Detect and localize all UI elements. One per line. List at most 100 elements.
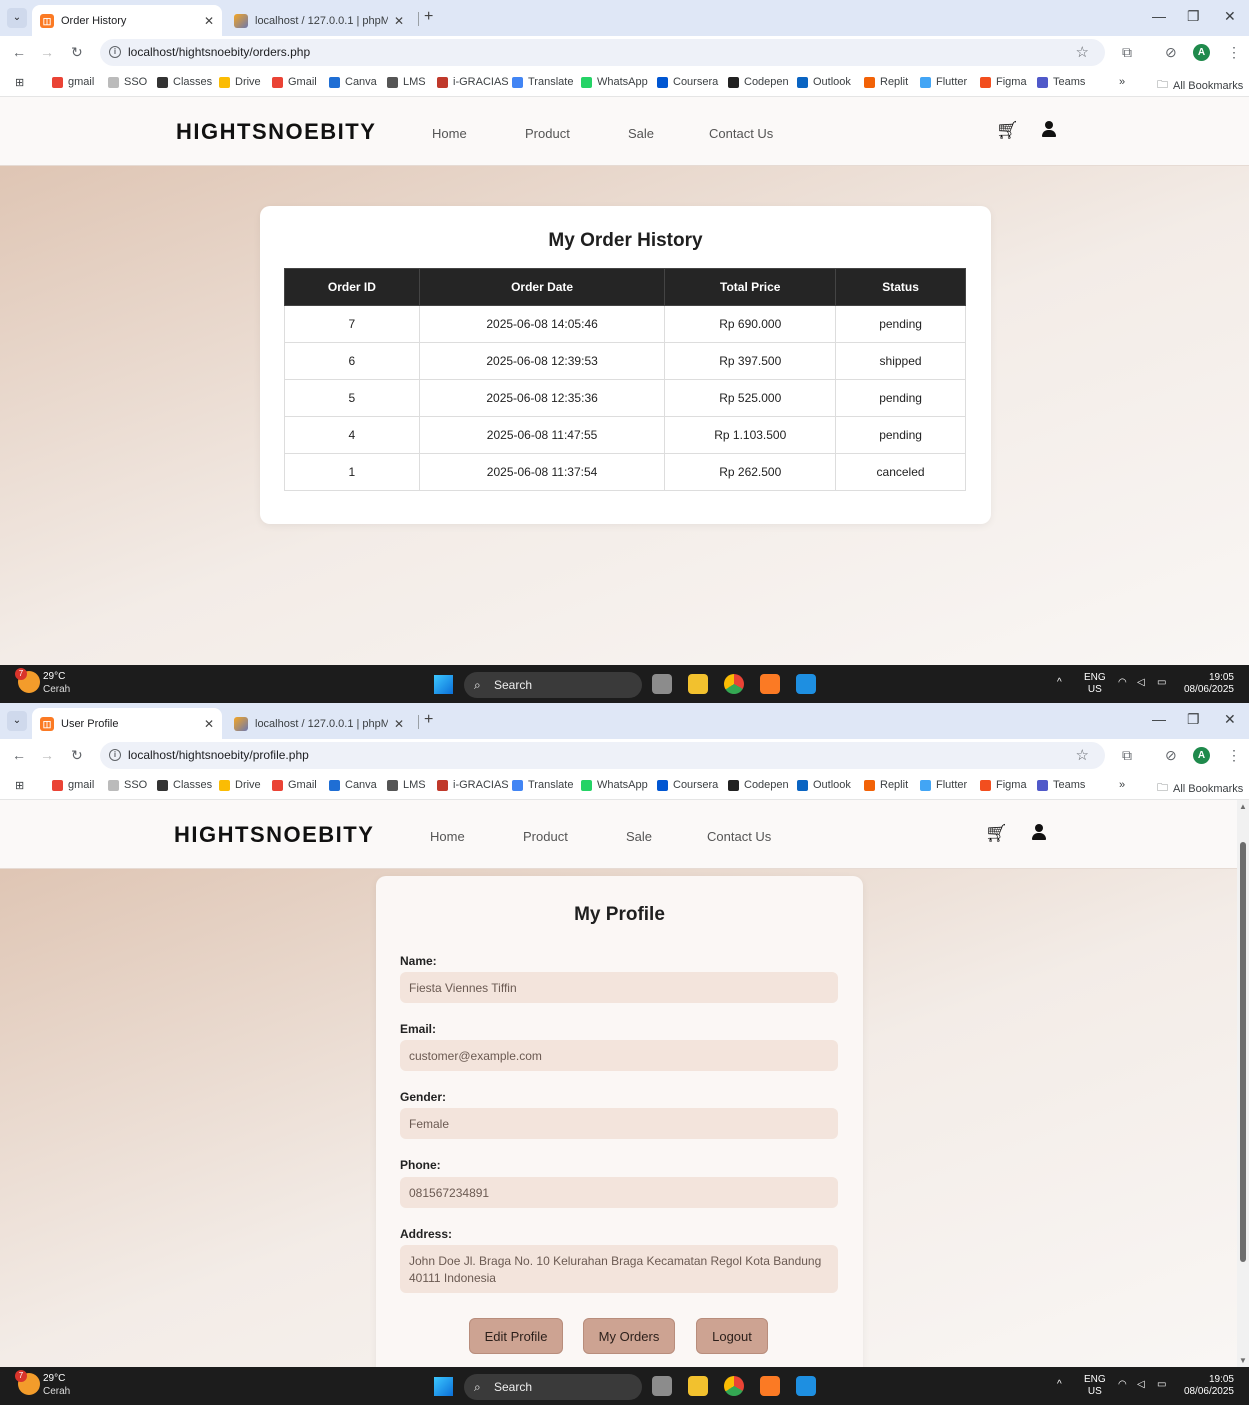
sync-icon[interactable]: ⊘	[1165, 747, 1177, 764]
bookmark-item[interactable]: Flutter	[920, 76, 967, 88]
avatar[interactable]: A	[1193, 747, 1210, 764]
file-explorer-icon[interactable]	[688, 1376, 708, 1396]
all-bookmarks[interactable]: 🗀 All Bookmarks	[1157, 76, 1243, 95]
user-icon[interactable]	[1031, 824, 1047, 842]
url-input[interactable]: i localhost/hightsnoebity/profile.php ☆	[100, 742, 1105, 769]
volume-icon[interactable]: ◁	[1137, 677, 1145, 689]
bookmark-item[interactable]: Drive	[219, 779, 261, 791]
windows-start-icon[interactable]	[434, 675, 453, 694]
close-icon[interactable]: ✕	[394, 717, 404, 731]
forward-icon[interactable]: →	[40, 44, 54, 60]
file-explorer-icon[interactable]	[688, 674, 708, 694]
email-field[interactable]: customer@example.com	[400, 1040, 838, 1071]
bookmark-item[interactable]: Gmail	[272, 779, 317, 791]
restore-icon[interactable]: ❐	[1187, 711, 1200, 728]
cart-icon[interactable]: 🛒︎	[996, 120, 1019, 141]
xampp-icon[interactable]	[760, 1376, 780, 1396]
clock[interactable]: 19:05 08/06/2025	[1184, 672, 1234, 696]
windows-start-icon[interactable]	[434, 1377, 453, 1396]
bookmark-item[interactable]: Flutter	[920, 779, 967, 791]
logout-button[interactable]: Logout	[696, 1318, 768, 1354]
scrollbar[interactable]: ▲ ▼	[1237, 800, 1249, 1367]
forward-icon[interactable]: →	[40, 747, 54, 763]
back-icon[interactable]: ←	[12, 747, 26, 763]
bookmark-item[interactable]: WhatsApp	[581, 76, 648, 88]
bookmark-item[interactable]: Replit	[864, 779, 908, 791]
battery-icon[interactable]: ▭	[1157, 1379, 1166, 1391]
gender-field[interactable]: Female	[400, 1108, 838, 1139]
nav-home[interactable]: Home	[432, 126, 467, 141]
scrollbar-thumb[interactable]	[1240, 842, 1246, 1262]
info-icon[interactable]: i	[109, 749, 121, 761]
language-indicator[interactable]: ENG US	[1084, 672, 1106, 696]
taskbar-search[interactable]: ⌕ Search	[464, 1374, 642, 1400]
bookmark-item[interactable]: Gmail	[272, 76, 317, 88]
nav-home[interactable]: Home	[430, 829, 465, 844]
task-view-icon[interactable]	[652, 1376, 672, 1396]
reload-icon[interactable]: ↻	[71, 44, 83, 61]
reload-icon[interactable]: ↻	[71, 747, 83, 764]
new-tab-icon[interactable]: +	[424, 8, 433, 26]
avatar[interactable]: A	[1193, 44, 1210, 61]
volume-icon[interactable]: ◁	[1137, 1379, 1145, 1391]
phone-field[interactable]: 081567234891	[400, 1177, 838, 1208]
tab-user-profile[interactable]: ◫ User Profile ✕	[32, 708, 222, 739]
bookmark-item[interactable]: SSO	[108, 779, 147, 791]
close-window-icon[interactable]: ✕	[1224, 711, 1236, 728]
bookmark-item[interactable]: Coursera	[657, 76, 718, 88]
bookmark-item[interactable]: Drive	[219, 76, 261, 88]
bookmarks-more-icon[interactable]: »	[1119, 76, 1125, 88]
my-orders-button[interactable]: My Orders	[583, 1318, 675, 1354]
menu-icon[interactable]: ⋮	[1227, 44, 1241, 61]
brand-logo[interactable]: HIGHTSNOEBITY	[176, 119, 376, 145]
chevron-up-icon[interactable]: ^	[1057, 677, 1062, 689]
star-icon[interactable]: ☆	[1076, 742, 1089, 769]
bookmark-item[interactable]: Canva	[329, 76, 377, 88]
bookmark-item[interactable]: Figma	[980, 76, 1027, 88]
wifi-icon[interactable]: ◠	[1118, 677, 1127, 689]
bookmark-item[interactable]: LMS	[387, 76, 426, 88]
nav-product[interactable]: Product	[525, 126, 570, 141]
vscode-icon[interactable]	[796, 674, 816, 694]
bookmark-item[interactable]: Canva	[329, 779, 377, 791]
clock[interactable]: 19:05 08/06/2025	[1184, 1374, 1234, 1398]
chevron-down-icon[interactable]: ⌄	[7, 8, 27, 28]
bookmark-item[interactable]: Translate	[512, 76, 573, 88]
bookmark-item[interactable]: WhatsApp	[581, 779, 648, 791]
task-view-icon[interactable]	[652, 674, 672, 694]
new-tab-icon[interactable]: +	[424, 711, 433, 729]
bookmark-item[interactable]: SSO	[108, 76, 147, 88]
apps-icon[interactable]: ⊞	[15, 76, 24, 89]
bookmark-item[interactable]: Outlook	[797, 76, 851, 88]
nav-contact-us[interactable]: Contact Us	[707, 829, 771, 844]
sync-icon[interactable]: ⊘	[1165, 44, 1177, 61]
close-icon[interactable]: ✕	[394, 14, 404, 28]
restore-icon[interactable]: ❐	[1187, 8, 1200, 25]
minimize-icon[interactable]: —	[1152, 8, 1166, 24]
nav-contact-us[interactable]: Contact Us	[709, 126, 773, 141]
url-input[interactable]: i localhost/hightsnoebity/orders.php ☆	[100, 39, 1105, 66]
tab-order-history[interactable]: ◫ Order History ✕	[32, 5, 222, 36]
chrome-icon[interactable]	[724, 674, 744, 694]
tab-phpmyadmin[interactable]: localhost / 127.0.0.1 | phpMyAd ✕	[226, 5, 412, 36]
bookmark-item[interactable]: Translate	[512, 779, 573, 791]
extensions-icon[interactable]: ⧉	[1122, 44, 1132, 61]
bookmark-item[interactable]: Classes	[157, 779, 212, 791]
bookmark-item[interactable]: i-GRACIAS	[437, 76, 509, 88]
extensions-icon[interactable]: ⧉	[1122, 747, 1132, 764]
nav-sale[interactable]: Sale	[626, 829, 652, 844]
taskbar-search[interactable]: ⌕ Search	[464, 672, 642, 698]
language-indicator[interactable]: ENG US	[1084, 1374, 1106, 1398]
back-icon[interactable]: ←	[12, 44, 26, 60]
tab-phpmyadmin[interactable]: localhost / 127.0.0.1 | phpMyAd ✕	[226, 708, 412, 739]
bookmark-item[interactable]: Figma	[980, 779, 1027, 791]
chevron-down-icon[interactable]: ⌄	[7, 711, 27, 731]
info-icon[interactable]: i	[109, 46, 121, 58]
apps-icon[interactable]: ⊞	[15, 779, 24, 792]
bookmark-item[interactable]: Coursera	[657, 779, 718, 791]
scroll-up-icon[interactable]: ▲	[1239, 802, 1247, 811]
chevron-up-icon[interactable]: ^	[1057, 1379, 1062, 1391]
bookmark-item[interactable]: Teams	[1037, 779, 1085, 791]
chrome-icon[interactable]	[724, 1376, 744, 1396]
address-field[interactable]: John Doe Jl. Braga No. 10 Kelurahan Brag…	[400, 1245, 838, 1293]
